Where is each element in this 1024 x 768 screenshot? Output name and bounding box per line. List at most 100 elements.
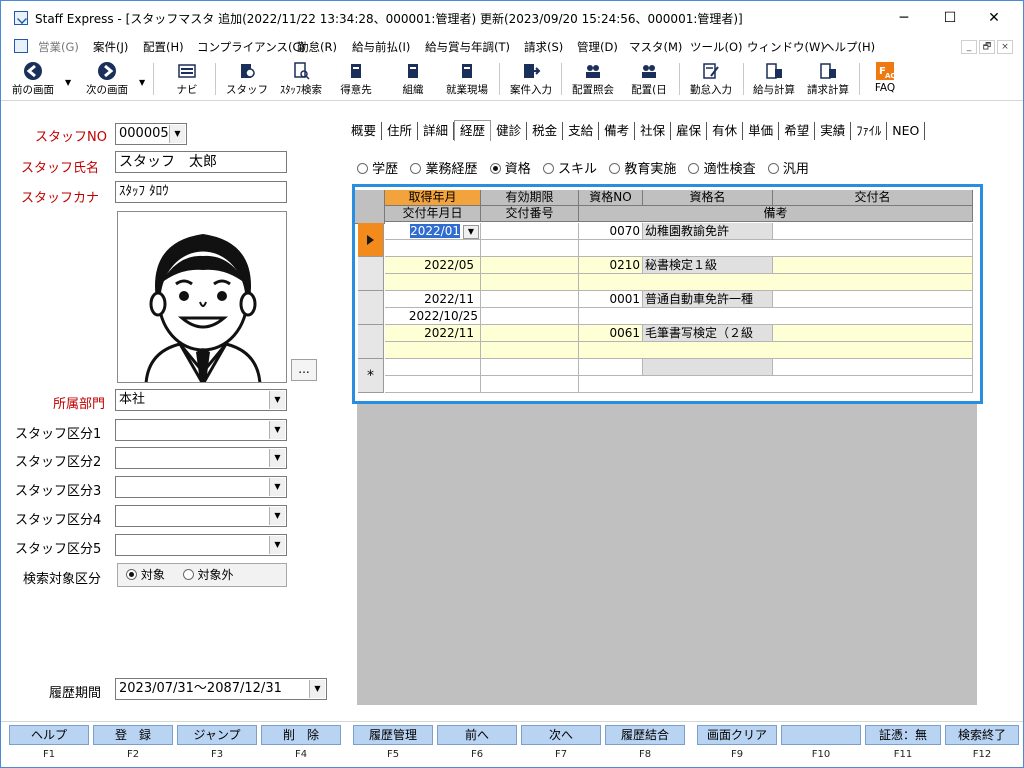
col-expiry-header[interactable]: 有効期限 — [481, 190, 579, 206]
col-qual-no-header[interactable]: 資格NO — [579, 190, 643, 206]
case-entry-button[interactable]: 案件入力 — [505, 59, 557, 99]
tab-tax[interactable]: 税金 — [527, 122, 564, 140]
acquired-value-selected[interactable]: 2022/01 — [410, 224, 460, 238]
staff-kubun5-select[interactable]: ▼ — [115, 534, 287, 556]
f1-help-button[interactable]: ヘルプ — [9, 725, 89, 745]
table-cell[interactable]: 毛筆書写検定（２級 — [643, 325, 773, 342]
table-cell[interactable]: 秘書検定１級 — [643, 257, 773, 274]
f11-evidence-button[interactable]: 証憑：無 — [865, 725, 941, 745]
table-cell[interactable] — [773, 223, 973, 240]
menu-compliance[interactable]: コンプライアンス(C) — [197, 39, 305, 55]
col-issue-no-header[interactable]: 交付番号 — [481, 206, 579, 222]
tab-pay[interactable]: 支給 — [563, 122, 600, 140]
chevron-down-icon[interactable]: ▼ — [309, 680, 325, 698]
table-cell[interactable] — [579, 342, 973, 359]
tab-preferences[interactable]: 希望 — [779, 122, 816, 140]
table-cell[interactable]: 普通自動車免許一種 — [643, 291, 773, 308]
table-cell[interactable] — [579, 308, 973, 325]
tab-overview[interactable]: 概要 — [346, 122, 383, 140]
chevron-down-icon[interactable]: ▼ — [269, 449, 285, 467]
table-cell[interactable] — [481, 223, 579, 240]
table-cell[interactable] — [385, 240, 481, 257]
col-acquired-header[interactable]: 取得年月 — [385, 190, 481, 206]
tab-paid-leave[interactable]: 有休 — [707, 122, 744, 140]
table-cell[interactable]: 0061 — [579, 325, 643, 342]
history-period-select[interactable]: 2023/07/31～2087/12/31 ▼ — [115, 678, 327, 700]
menu-sales[interactable]: 営業(G) — [38, 39, 79, 55]
row-selector[interactable] — [358, 291, 384, 325]
type-training-radio[interactable]: 教育実施 — [609, 162, 676, 177]
col-note-header[interactable]: 備考 — [579, 206, 973, 222]
menu-billing[interactable]: 請求(S) — [524, 39, 563, 55]
col-issuer-header[interactable]: 交付名 — [773, 190, 973, 206]
type-aptitude-radio[interactable]: 適性検査 — [688, 162, 756, 177]
staff-no-select[interactable]: 000005 ▼ — [115, 123, 187, 145]
client-button[interactable]: 得意先 — [335, 59, 377, 99]
mdi-close-button[interactable]: × — [997, 40, 1013, 54]
f3-jump-button[interactable]: ジャンプ — [177, 725, 257, 745]
col-issue-date-header[interactable]: 交付年月日 — [385, 206, 481, 222]
menu-payroll[interactable]: 給与賞与年調(T) — [425, 39, 510, 55]
chevron-down-icon[interactable]: ▼ — [463, 225, 479, 239]
table-cell[interactable]: 2022/10/25 — [385, 308, 481, 325]
table-cell[interactable] — [773, 359, 973, 376]
tab-results[interactable]: 実績 — [815, 122, 852, 140]
type-education-radio[interactable]: 学歴 — [357, 162, 398, 177]
table-cell[interactable]: 2022/11 — [385, 291, 481, 308]
staff-kana-field[interactable]: ｽﾀｯﾌ ﾀﾛｳ — [115, 181, 287, 203]
table-cell[interactable] — [481, 291, 579, 308]
tab-address[interactable]: 住所 — [382, 122, 419, 140]
type-skill-radio[interactable]: スキル — [542, 162, 597, 177]
table-cell[interactable] — [385, 274, 481, 291]
tab-details[interactable]: 詳細 — [418, 122, 455, 140]
type-qualification-radio[interactable]: 資格 — [489, 162, 531, 177]
tab-career[interactable]: 経歴 — [454, 120, 492, 141]
table-cell[interactable] — [481, 274, 579, 291]
table-cell[interactable]: 0070 — [579, 223, 643, 240]
payroll-calc-button[interactable]: 給与計算 — [749, 59, 799, 99]
menu-assignment[interactable]: 配置(H) — [143, 39, 184, 55]
f5-history-button[interactable]: 履歴管理 — [353, 725, 433, 745]
chevron-down-icon[interactable]: ▼ — [269, 478, 285, 496]
table-cell[interactable] — [579, 274, 973, 291]
search-target-on-radio[interactable]: 対象 — [126, 568, 165, 582]
table-cell[interactable]: 2022/11 — [385, 325, 481, 342]
table-cell[interactable]: 0210 — [579, 257, 643, 274]
back-dropdown-icon[interactable]: ▼ — [65, 78, 71, 87]
menu-help[interactable]: ヘルプ(H) — [823, 39, 875, 55]
tab-neo[interactable]: NEO — [887, 122, 926, 140]
table-cell[interactable] — [481, 257, 579, 274]
table-cell[interactable] — [773, 257, 973, 274]
f9-clear-screen-button[interactable]: 画面クリア — [697, 725, 777, 745]
attendance-entry-button[interactable]: 勤怠入力 — [685, 59, 737, 99]
type-general-radio[interactable]: 汎用 — [767, 162, 809, 177]
table-cell[interactable] — [773, 291, 973, 308]
organization-button[interactable]: 組織 — [393, 59, 433, 99]
photo-browse-button[interactable]: ... — [291, 359, 317, 381]
table-cell[interactable] — [481, 342, 579, 359]
menu-cases[interactable]: 案件(J) — [93, 39, 128, 55]
worksite-button[interactable]: 就業現場 — [441, 59, 493, 99]
tab-unit-price[interactable]: 単価 — [743, 122, 780, 140]
row-selector[interactable] — [358, 325, 384, 359]
tab-notes[interactable]: 備考 — [599, 122, 636, 140]
f8-history-merge-button[interactable]: 履歴結合 — [605, 725, 685, 745]
table-cell[interactable] — [481, 240, 579, 257]
staff-search-button[interactable]: ｽﾀｯﾌ検索 — [275, 59, 327, 99]
tab-employment-insurance[interactable]: 雇保 — [671, 122, 708, 140]
table-cell[interactable]: 2022/05 — [385, 257, 481, 274]
navi-button[interactable]: ナビ — [167, 59, 207, 99]
menu-attendance[interactable]: 勤怠(R) — [297, 39, 337, 55]
chevron-down-icon[interactable]: ▼ — [169, 125, 185, 143]
f4-delete-button[interactable]: 削 除 — [261, 725, 341, 745]
faq-button[interactable]: F AQ FAQ — [867, 59, 903, 99]
close-button[interactable]: ✕ — [971, 1, 1017, 35]
f10-empty-button[interactable] — [781, 725, 861, 745]
row-selector[interactable] — [358, 257, 384, 291]
chevron-down-icon[interactable]: ▼ — [269, 536, 285, 554]
menu-window[interactable]: ウィンドウ(W) — [747, 39, 825, 55]
row-selector-active[interactable] — [358, 223, 384, 257]
f2-register-button[interactable]: 登 録 — [93, 725, 173, 745]
forward-button[interactable]: 次の画面 — [79, 59, 135, 99]
mdi-child-icon[interactable] — [14, 39, 28, 53]
